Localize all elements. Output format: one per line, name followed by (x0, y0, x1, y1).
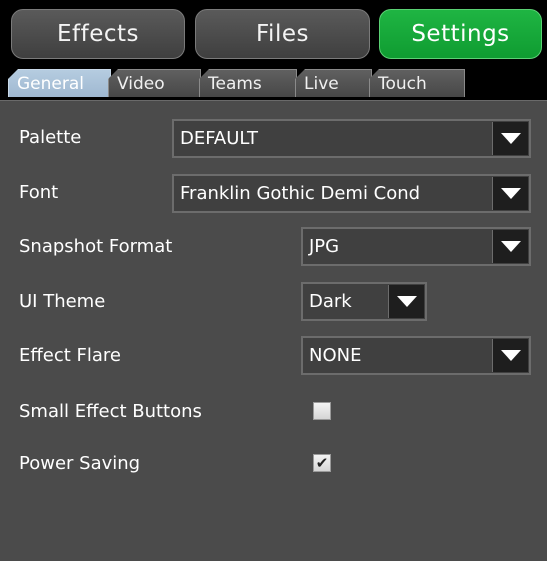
palette-dropdown[interactable]: DEFAULT (172, 119, 531, 158)
files-button[interactable]: Files (195, 9, 370, 59)
small-effect-buttons-checkbox[interactable] (313, 402, 331, 420)
tab-teams[interactable]: Teams (199, 69, 297, 97)
font-dropdown-button[interactable] (492, 177, 528, 210)
snapshot-format-dropdown[interactable]: JPG (301, 227, 531, 266)
power-saving-checkbox[interactable]: ✔ (313, 454, 331, 472)
triangle-down-icon (500, 133, 521, 144)
checkmark-icon: ✔ (315, 454, 329, 472)
power-saving-label: Power Saving (19, 453, 141, 474)
ui-theme-value: Dark (309, 291, 352, 312)
snapshot-format-dropdown-button[interactable] (492, 230, 528, 263)
effect-flare-value: NONE (309, 345, 362, 366)
triangle-down-icon (500, 350, 521, 361)
snapshot-format-label: Snapshot Format (19, 236, 173, 257)
ui-theme-dropdown-button[interactable] (388, 285, 424, 318)
settings-tabs: General Video Teams Live Touch (0, 66, 547, 100)
tab-touch[interactable]: Touch (369, 69, 465, 97)
font-value: Franklin Gothic Demi Cond (180, 183, 421, 204)
palette-label: Palette (19, 127, 82, 148)
top-nav: Effects Files Settings (0, 0, 547, 62)
font-label: Font (19, 182, 59, 203)
effects-button[interactable]: Effects (11, 9, 185, 59)
snapshot-format-value: JPG (309, 236, 340, 257)
triangle-down-icon (500, 241, 521, 252)
tab-video[interactable]: Video (108, 69, 201, 97)
effect-flare-dropdown[interactable]: NONE (301, 336, 531, 375)
tab-general[interactable]: General (8, 69, 111, 97)
triangle-down-icon (396, 296, 417, 307)
small-effect-buttons-label: Small Effect Buttons (19, 401, 202, 422)
effect-flare-label: Effect Flare (19, 345, 121, 366)
palette-value: DEFAULT (180, 128, 258, 149)
triangle-down-icon (500, 188, 521, 199)
settings-button[interactable]: Settings (379, 9, 542, 59)
tab-live[interactable]: Live (295, 69, 372, 97)
general-settings-panel: Palette DEFAULT Font Franklin Gothic Dem… (0, 100, 547, 561)
ui-theme-dropdown[interactable]: Dark (301, 282, 427, 321)
font-dropdown[interactable]: Franklin Gothic Demi Cond (172, 174, 531, 213)
effect-flare-dropdown-button[interactable] (492, 339, 528, 372)
palette-dropdown-button[interactable] (492, 122, 528, 155)
ui-theme-label: UI Theme (19, 291, 106, 312)
